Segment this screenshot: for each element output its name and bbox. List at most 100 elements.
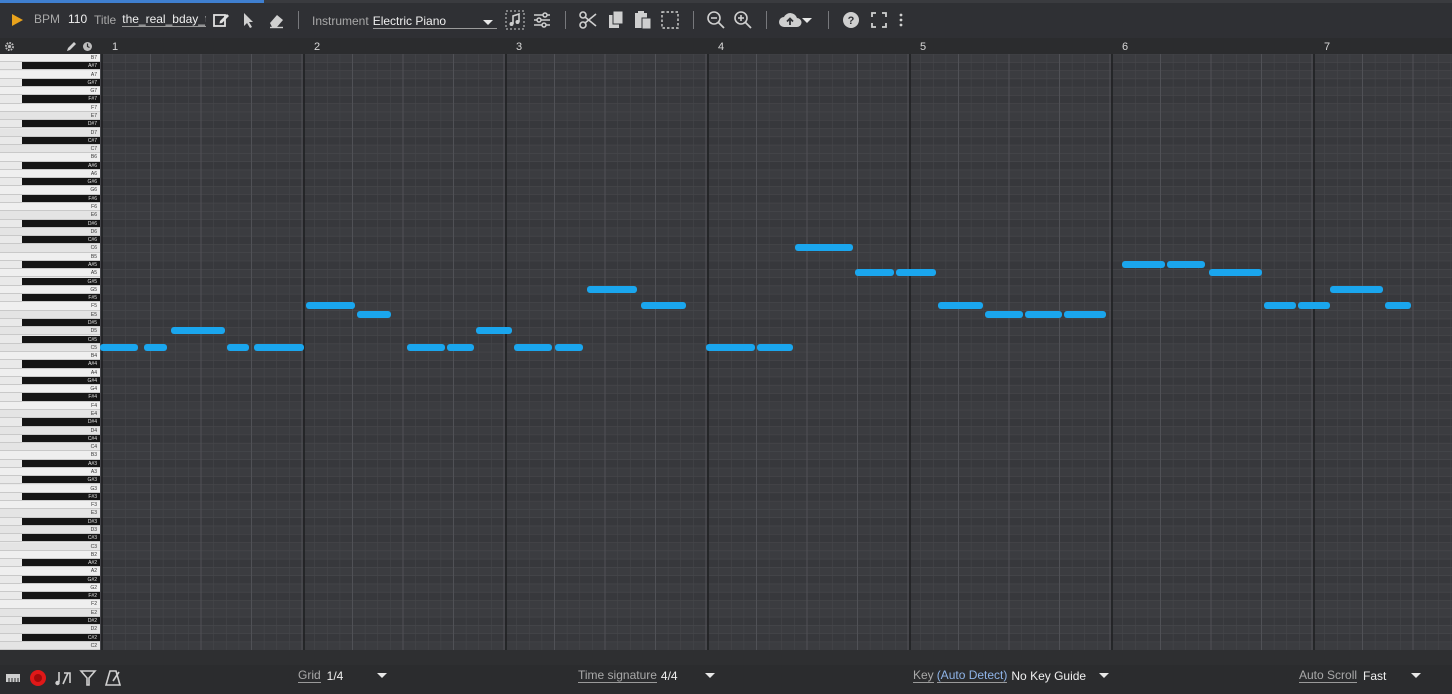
grid-value[interactable]: 1/4 — [327, 669, 367, 683]
midi-note[interactable] — [706, 343, 755, 351]
piano-key[interactable]: G#3 — [0, 476, 100, 485]
key-value[interactable]: No Key Guide — [1011, 669, 1089, 683]
piano-key[interactable]: C3 — [0, 542, 100, 551]
piano-key[interactable]: B2 — [0, 550, 100, 559]
piano-keyboard[interactable]: B7 A#7 A7 G#7 G7 F#7 F7 E7 D#7 D7 C#7 C7 B6 A#6 A6 G#6 G… — [0, 54, 100, 650]
piano-key[interactable]: A7 — [0, 70, 100, 79]
chevron-down-icon[interactable] — [482, 12, 493, 30]
piano-key[interactable]: C#7 — [0, 136, 100, 145]
midi-note[interactable] — [475, 327, 513, 335]
midi-note[interactable] — [895, 269, 937, 277]
piano-key[interactable]: F2 — [0, 600, 100, 609]
piano-key[interactable]: D6 — [0, 227, 100, 237]
piano-key[interactable]: G#5 — [0, 277, 100, 286]
select-icon[interactable] — [659, 9, 681, 31]
midi-note[interactable] — [855, 269, 894, 277]
piano-key[interactable]: B6 — [0, 153, 100, 162]
auto-scroll-select[interactable]: Auto Scroll Fast — [1299, 668, 1422, 683]
piano-key[interactable]: B4 — [0, 352, 100, 361]
piano-key[interactable]: E7 — [0, 111, 100, 121]
midi-note[interactable] — [1297, 302, 1331, 310]
chevron-down-icon[interactable] — [1411, 673, 1422, 678]
piano-key[interactable]: B5 — [0, 252, 100, 261]
instrument-select[interactable]: Instrument Electric Piano — [312, 12, 507, 30]
piano-key[interactable]: G#6 — [0, 178, 100, 187]
piano-key[interactable]: B3 — [0, 451, 100, 460]
piano-key[interactable]: D7 — [0, 128, 100, 137]
piano-key[interactable]: A#3 — [0, 459, 100, 468]
midi-note[interactable] — [1384, 302, 1411, 310]
metronome-icon[interactable] — [102, 667, 124, 689]
midi-note[interactable] — [586, 285, 638, 293]
piano-key[interactable]: F3 — [0, 501, 100, 510]
piano-key[interactable]: G2 — [0, 583, 100, 593]
piano-key[interactable]: D3 — [0, 525, 100, 535]
pencil-icon[interactable] — [64, 40, 78, 52]
piano-key[interactable]: D5 — [0, 327, 100, 336]
title-input[interactable]: the_real_bday_t — [122, 12, 207, 27]
piano-key[interactable]: G6 — [0, 186, 100, 195]
midi-note[interactable] — [407, 343, 446, 351]
auto-detect-link[interactable]: (Auto Detect) — [936, 668, 1008, 683]
scissors-icon[interactable] — [577, 9, 599, 31]
midi-note[interactable] — [253, 343, 305, 351]
piano-key[interactable]: C4 — [0, 443, 100, 452]
piano-key[interactable]: F#6 — [0, 194, 100, 203]
piano-key[interactable]: G#4 — [0, 376, 100, 386]
piano-key[interactable]: G#2 — [0, 575, 100, 584]
midi-note[interactable] — [1330, 285, 1383, 293]
midi-note[interactable] — [100, 343, 139, 351]
piano-key[interactable]: A5 — [0, 269, 100, 278]
piano-key[interactable]: F7 — [0, 103, 100, 112]
time-signature-select[interactable]: Time signature 4/4 — [578, 668, 715, 683]
midi-note[interactable] — [144, 343, 167, 351]
eraser-icon[interactable] — [265, 9, 287, 31]
midi-note[interactable] — [306, 302, 355, 310]
piano-key[interactable]: G#7 — [0, 78, 100, 88]
filter-icon[interactable] — [77, 667, 99, 689]
piano-key[interactable]: D#5 — [0, 318, 100, 328]
midi-note[interactable] — [938, 302, 983, 310]
midi-note[interactable] — [227, 343, 250, 351]
grid-select[interactable]: Grid 1/4 — [298, 668, 387, 683]
piano-icon[interactable] — [2, 667, 24, 689]
piano-key[interactable]: F#2 — [0, 592, 100, 601]
piano-key[interactable]: C5 — [0, 343, 100, 352]
piano-key[interactable]: A#5 — [0, 261, 100, 270]
midi-note[interactable] — [641, 302, 686, 310]
piano-key[interactable]: C#5 — [0, 335, 100, 344]
gear-icon[interactable] — [2, 40, 16, 52]
piano-key[interactable]: A3 — [0, 468, 100, 477]
pointer-icon[interactable] — [237, 9, 259, 31]
midi-note[interactable] — [1166, 261, 1205, 268]
piano-key[interactable]: D#4 — [0, 418, 100, 427]
chevron-down-icon[interactable] — [800, 9, 814, 31]
piano-key[interactable]: D#3 — [0, 517, 100, 526]
piano-key[interactable]: D2 — [0, 625, 100, 634]
piano-key[interactable]: F#3 — [0, 492, 100, 502]
piano-key[interactable]: G5 — [0, 285, 100, 295]
piano-key[interactable]: G3 — [0, 484, 100, 493]
piano-key[interactable]: D#2 — [0, 617, 100, 626]
piano-key[interactable]: B7 — [0, 54, 100, 63]
midi-note[interactable] — [1063, 310, 1106, 318]
piano-key[interactable]: E6 — [0, 211, 100, 220]
midi-note[interactable] — [756, 343, 793, 351]
piano-key[interactable]: C7 — [0, 145, 100, 154]
midi-note[interactable] — [1025, 310, 1062, 318]
zoom-out-icon[interactable] — [705, 9, 727, 31]
piano-key[interactable]: E4 — [0, 410, 100, 419]
piano-key[interactable]: D4 — [0, 426, 100, 435]
midi-note[interactable] — [554, 343, 583, 351]
midi-note[interactable] — [1263, 302, 1296, 310]
timesig-value[interactable]: 4/4 — [661, 669, 695, 683]
key-select[interactable]: Key (Auto Detect) No Key Guide — [913, 668, 1110, 683]
midi-note[interactable] — [984, 310, 1024, 318]
piano-key[interactable]: A#7 — [0, 62, 100, 71]
notes-icon[interactable] — [52, 667, 74, 689]
piano-key[interactable]: A#2 — [0, 559, 100, 568]
midi-note[interactable] — [514, 343, 553, 351]
piano-key[interactable]: C6 — [0, 244, 100, 253]
piano-key[interactable]: F5 — [0, 302, 100, 311]
chevron-down-icon[interactable] — [1099, 673, 1110, 678]
